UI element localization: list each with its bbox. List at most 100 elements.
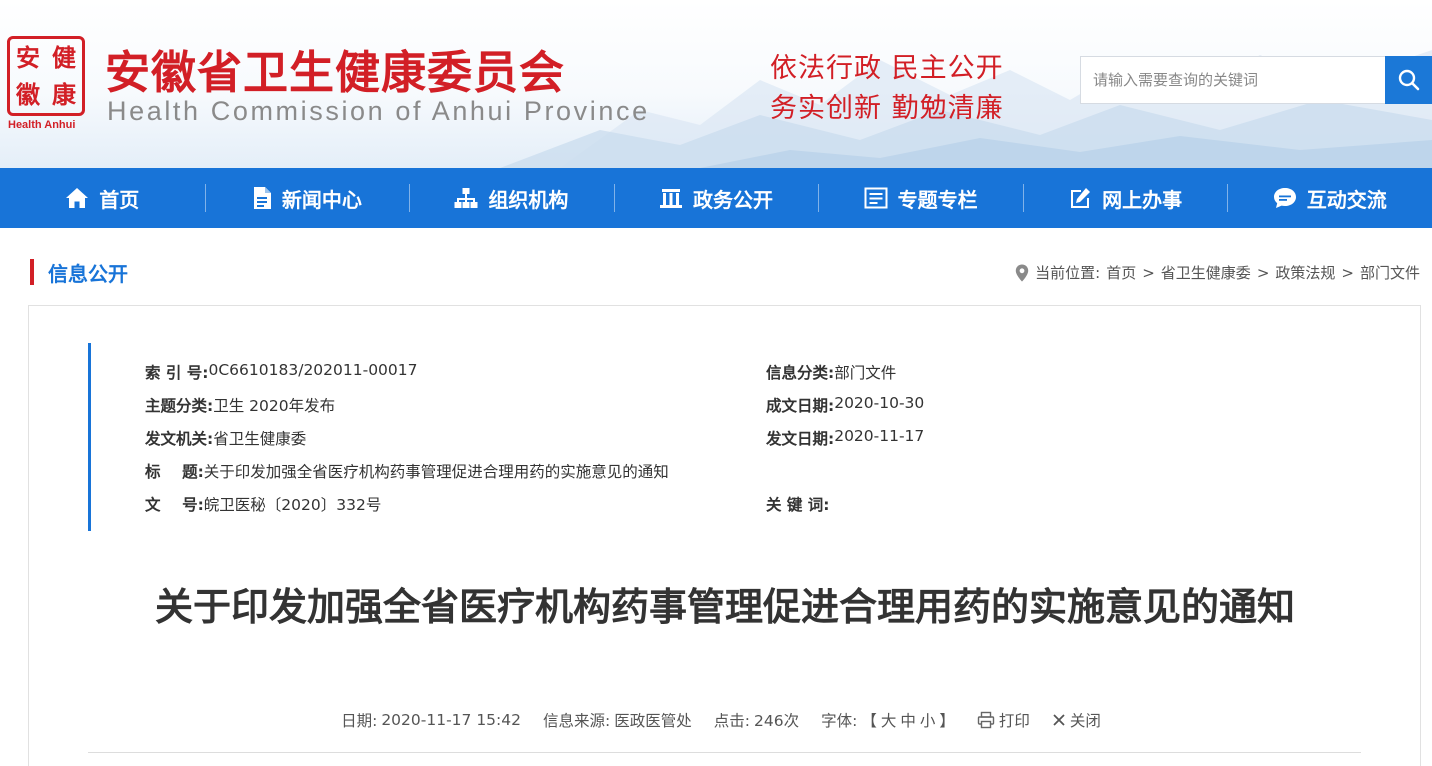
meta-title: 标 题: 关于印发加强全省医疗机构药事管理促进合理用药的实施意见的通知 <box>145 460 669 482</box>
printer-icon <box>977 711 995 729</box>
building-icon <box>660 189 683 208</box>
article-info-bar: 日期: 2020-11-17 15:42 信息来源: 医政医管处 点击: 246… <box>0 709 1432 731</box>
print-label: 打印 <box>998 712 1030 730</box>
document-icon <box>253 187 271 209</box>
nav-item-organization[interactable]: 组织机构 <box>409 168 614 228</box>
font-small-button[interactable]: 小 <box>920 709 936 731</box>
close-button[interactable]: 关闭 <box>1052 709 1101 731</box>
home-icon <box>66 188 89 208</box>
meta-label: 主题分类: <box>145 397 214 415</box>
seal-char: 徽 <box>16 79 40 109</box>
source-label: 信息来源: <box>543 712 611 730</box>
breadcrumb-separator: > <box>1341 263 1354 282</box>
seal-char: 康 <box>52 79 76 109</box>
nav-item-label: 首页 <box>99 187 140 212</box>
meta-label: 标 题: <box>145 463 204 481</box>
source-value: 医政医管处 <box>614 712 692 730</box>
print-button[interactable]: 打印 <box>977 709 1030 731</box>
close-icon <box>1053 714 1065 726</box>
meta-label: 文 号: <box>145 496 204 514</box>
article-date: 日期: 2020-11-17 15:42 <box>341 709 521 731</box>
breadcrumb-commission[interactable]: 省卫生健康委 <box>1161 262 1251 283</box>
font-bracket-open: 【 <box>861 712 877 730</box>
slogan-line-2: 务实创新 勤勉清廉 <box>770 93 1004 124</box>
meta-issuer: 发文机关: 省卫生健康委 <box>145 427 306 449</box>
meta-value: 省卫生健康委 <box>213 430 307 448</box>
nav-item-interaction[interactable]: 互动交流 <box>1227 168 1432 228</box>
date-value: 2020-11-17 15:42 <box>381 711 521 729</box>
meta-value: 0C6610183/202011-00017 <box>208 361 418 379</box>
meta-label: 发文机关: <box>145 430 214 448</box>
search-box <box>1080 56 1386 104</box>
main-nav: 首页 新闻中心 组织机构 政务公开 专题专栏 网上办事 互动交流 <box>0 168 1432 228</box>
breadcrumb-separator: > <box>1256 263 1270 282</box>
meta-value: 皖卫医秘〔2020〕332号 <box>203 496 382 514</box>
meta-label: 成文日期: <box>766 397 835 415</box>
meta-value: 卫生 2020年发布 <box>213 397 336 415</box>
breadcrumb-separator: > <box>1142 263 1155 282</box>
nav-item-label: 新闻中心 <box>281 187 362 212</box>
meta-topic: 主题分类: 卫生 2020年发布 <box>145 394 335 416</box>
nav-item-label: 网上办事 <box>1102 187 1183 212</box>
logo-label: Health Anhui <box>8 119 76 131</box>
breadcrumb: 当前位置: 首页 > 省卫生健康委 > 政策法规 > 部门文件 <box>1015 262 1420 283</box>
nav-item-government-affairs[interactable]: 政务公开 <box>613 168 819 228</box>
nav-item-news[interactable]: 新闻中心 <box>204 168 410 228</box>
meta-keywords: 关 键 词: <box>766 493 830 515</box>
nav-item-home[interactable]: 首页 <box>0 168 205 228</box>
breadcrumb-prefix: 当前位置: <box>1035 264 1101 282</box>
location-pin-icon <box>1015 264 1029 281</box>
font-size-selector: 字体: 【 大 中 小 】 <box>821 709 955 731</box>
divider <box>88 752 1361 753</box>
font-label: 字体: <box>821 712 858 730</box>
article-source: 信息来源: 医政医管处 <box>543 709 692 731</box>
edit-icon <box>1071 188 1091 208</box>
meta-value: 关于印发加强全省医疗机构药事管理促进合理用药的实施意见的通知 <box>203 463 669 481</box>
search-button[interactable] <box>1385 56 1432 104</box>
meta-issued-date: 发文日期: 2020-11-17 <box>766 427 924 449</box>
nav-item-online-services[interactable]: 网上办事 <box>1022 168 1228 228</box>
meta-index-no: 索 引 号: 0C6610183/202011-00017 <box>145 361 418 383</box>
org-chart-icon <box>454 188 478 208</box>
breadcrumb-policies[interactable]: 政策法规 <box>1275 262 1335 283</box>
close-label: 关闭 <box>1069 712 1101 730</box>
date-label: 日期: <box>341 712 378 730</box>
section-title-text: 信息公开 <box>48 261 128 286</box>
nav-item-special-topics[interactable]: 专题专栏 <box>818 168 1023 228</box>
site-logo[interactable]: 安 健 徽 康 <box>7 36 85 116</box>
chat-icon <box>1273 188 1296 208</box>
font-large-button[interactable]: 大 <box>881 709 897 731</box>
breadcrumb-home[interactable]: 首页 <box>1106 262 1136 283</box>
meta-label: 索 引 号: <box>145 364 209 382</box>
site-title: 安徽省卫生健康委员会 <box>105 46 566 99</box>
article-title: 关于印发加强全省医疗机构药事管理促进合理用药的实施意见的通知 <box>154 585 1295 629</box>
seal-char: 安 <box>16 42 40 72</box>
breadcrumb-department-docs[interactable]: 部门文件 <box>1360 262 1420 283</box>
nav-item-label: 政务公开 <box>693 187 774 212</box>
meta-value: 部门文件 <box>834 364 897 382</box>
meta-info-category: 信息分类: 部门文件 <box>766 361 896 383</box>
meta-doc-no: 文 号: 皖卫医秘〔2020〕332号 <box>145 493 381 515</box>
search-input[interactable] <box>1081 57 1386 103</box>
meta-created-date: 成文日期: 2020-10-30 <box>766 394 924 416</box>
meta-value: 2020-10-30 <box>834 394 925 412</box>
section-marker <box>30 259 34 285</box>
clicks-value: 246次 <box>753 712 800 730</box>
meta-label: 发文日期: <box>766 430 835 448</box>
font-bracket-close: 】 <box>939 712 955 730</box>
slogan-line-1: 依法行政 民主公开 <box>770 53 1004 84</box>
document-metadata: 索 引 号: 0C6610183/202011-00017 信息分类: 部门文件… <box>88 343 1358 531</box>
nav-item-label: 互动交流 <box>1306 187 1387 212</box>
site-subtitle: Health Commission of Anhui Province <box>107 96 650 126</box>
meta-label: 信息分类: <box>766 364 835 382</box>
seal-char: 健 <box>52 42 76 72</box>
article-clicks: 点击: 246次 <box>714 709 799 731</box>
section-title: 信息公开 <box>30 258 128 286</box>
search-icon <box>1398 69 1419 91</box>
nav-item-label: 专题专栏 <box>897 187 978 212</box>
clicks-label: 点击: <box>713 712 750 730</box>
nav-item-label: 组织机构 <box>488 187 569 212</box>
meta-label: 关 键 词: <box>766 496 830 514</box>
font-medium-button[interactable]: 中 <box>900 709 916 731</box>
meta-value: 2020-11-17 <box>834 427 925 445</box>
